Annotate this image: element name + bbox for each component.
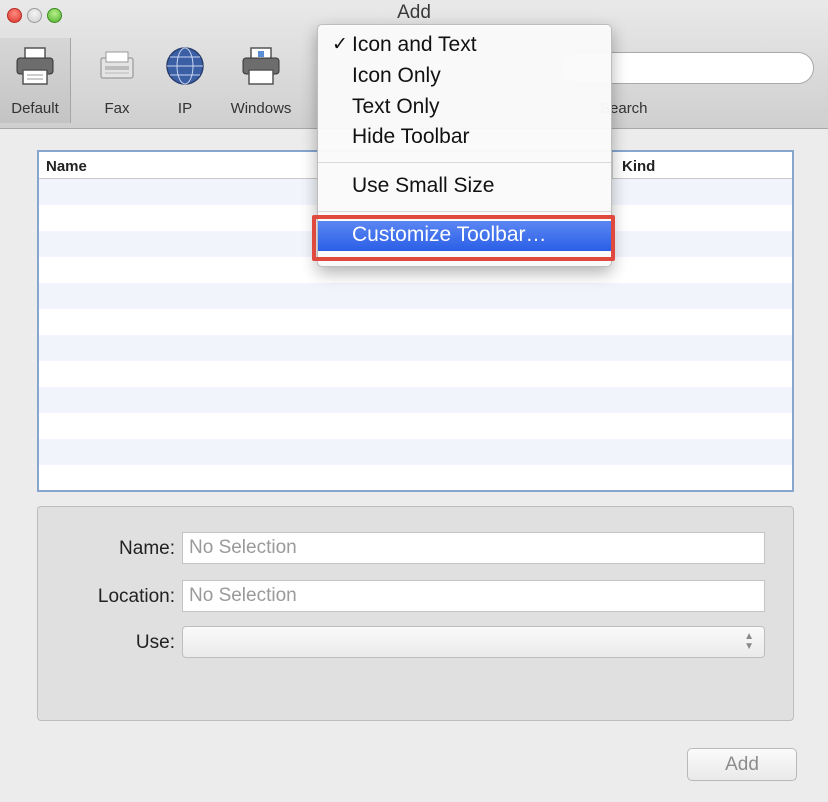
toolbar-ip-label: IP <box>177 100 193 117</box>
column-header-name[interactable]: Name <box>46 158 87 175</box>
fax-icon <box>100 51 134 79</box>
toolbar-fax-label: Fax <box>104 100 130 117</box>
menu-item-hide-toolbar[interactable]: Hide Toolbar <box>318 123 611 153</box>
column-divider <box>612 152 613 178</box>
add-button[interactable]: Add <box>687 748 797 781</box>
printer-icon <box>16 47 54 85</box>
menu-item-label: Icon Only <box>352 64 441 87</box>
toolbar-ip-button[interactable]: IP <box>150 38 220 123</box>
select-arrows-icon: ▲ ▼ <box>744 631 754 652</box>
windows-printer-icon <box>242 47 280 85</box>
toolbar-windows-button[interactable]: Windows <box>226 38 296 123</box>
toolbar-default-button[interactable]: Default <box>0 38 71 123</box>
menu-item-label: Use Small Size <box>352 174 495 197</box>
name-label: Name: <box>119 538 175 559</box>
menu-item-label: Icon and Text <box>352 33 477 56</box>
use-label: Use: <box>135 632 175 653</box>
menu-item-icon-and-text[interactable]: ✓ Icon and Text <box>318 31 611 61</box>
menu-item-use-small-size[interactable]: Use Small Size <box>318 172 611 202</box>
menu-separator <box>318 162 611 163</box>
toolbar-windows-label: Windows <box>230 100 292 117</box>
name-field[interactable]: No Selection <box>182 532 765 564</box>
toolbar-fax-button[interactable]: Fax <box>82 38 152 123</box>
menu-item-label: Text Only <box>352 95 440 118</box>
menu-separator <box>318 211 611 212</box>
toolbar-default-label: Default <box>11 100 59 117</box>
column-header-kind[interactable]: Kind <box>622 158 655 175</box>
checkmark-icon: ✓ <box>332 34 348 55</box>
use-select[interactable]: ▲ ▼ <box>182 626 765 658</box>
menu-item-text-only[interactable]: Text Only <box>318 93 611 123</box>
add-printer-window: Add Default Fax IP Windows Search Name K… <box>0 0 828 802</box>
globe-icon <box>166 47 204 85</box>
location-label: Location: <box>97 586 175 607</box>
window-title: Add <box>397 2 431 23</box>
menu-item-icon-only[interactable]: Icon Only <box>318 62 611 92</box>
location-field[interactable]: No Selection <box>182 580 765 612</box>
menu-item-label: Hide Toolbar <box>352 125 470 148</box>
highlight-annotation <box>312 215 615 261</box>
